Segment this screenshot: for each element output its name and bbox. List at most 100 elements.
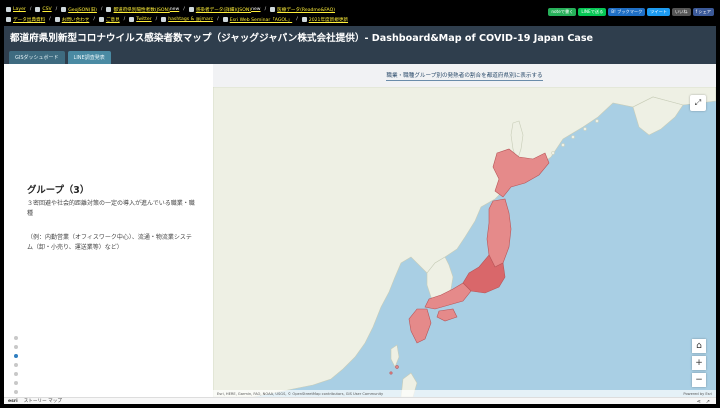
section-dot-2[interactable]: [14, 354, 18, 358]
section-dot-1[interactable]: [14, 345, 18, 349]
link-separator: /: [100, 7, 103, 12]
link-label: 2021年度新規更新: [308, 17, 349, 23]
top-row2-link-1[interactable]: お問い合わせ: [54, 17, 90, 23]
link-label: GeoJSON(旧): [68, 7, 97, 13]
link-label: データ出典資料: [13, 17, 46, 23]
link-icon: [129, 17, 135, 22]
top-row2-link-0[interactable]: データ出典資料: [6, 17, 45, 23]
link-separator: /: [155, 17, 158, 22]
share-button-3[interactable]: ツイート: [647, 8, 671, 16]
top-row2-link-4[interactable]: hashtags & @jmarc: [161, 17, 213, 22]
share-buttons: noteで書く LINEで送る B! ブックマーク ツイート いいね f シェア: [548, 8, 714, 16]
link-label: Layer: [13, 7, 26, 12]
link-icon: [98, 17, 104, 22]
link-separator: /: [93, 17, 95, 22]
link-label: 都道府県別陽性者数(JSON): [113, 7, 170, 13]
link-icon: [6, 17, 11, 22]
link-label: 感染者データ(詳細)(JSON): [195, 7, 252, 13]
link-separator: /: [183, 7, 185, 12]
page-header: 都道府県別新型コロナウイルス感染者数マップ（ジャッグジャパン株式会社提供）- D…: [4, 26, 716, 48]
share-button-2[interactable]: B! ブックマーク: [608, 8, 646, 16]
side-panel: グループ（3） ３密回避や社会的距離対策の一定の導入が進んでいる職業・職種 （例…: [4, 87, 213, 397]
share-icon[interactable]: ⋖: [697, 399, 701, 405]
link-icon: [222, 17, 228, 22]
link-icon: [6, 7, 11, 12]
footer-icons: ⋖ ↗: [697, 398, 710, 405]
powered-by[interactable]: Powered by Esri: [683, 390, 712, 397]
story-map-label: ストーリー マップ: [23, 399, 62, 404]
top-row1-link-4[interactable]: 感染者データ(詳細)(JSON): [188, 7, 261, 13]
link-label: ご意見: [105, 17, 120, 23]
map-attribution: Esri, HERE, Garmin, FAO, NOAA, USGS, © O…: [213, 390, 716, 397]
group-title: グループ（3）: [27, 185, 90, 196]
map-subtitle-bar: 職業・職種グループ別の発熱者の割合を都道府県別に表示する: [213, 64, 716, 87]
top-row1-link-2[interactable]: GeoJSON(旧): [61, 7, 97, 13]
page-title: 都道府県別新型コロナウイルス感染者数マップ（ジャッグジャパン株式会社提供）- D…: [10, 33, 594, 44]
top-row1-link-5[interactable]: 医療データ(Readme&FAQ): [270, 7, 335, 13]
link-row-1: Layer/CSV/GeoJSON(旧)/都道府県別陽性者数(JSON)/感染者…: [6, 5, 339, 14]
home-icon: ⌂: [696, 341, 702, 351]
top-row2-link-3[interactable]: Twitter: [129, 17, 152, 22]
basemap: [213, 87, 716, 397]
share-button-1[interactable]: LINEで送る: [578, 8, 607, 16]
tab-0[interactable]: GISダッシュボード: [9, 51, 65, 64]
link-label: hashtags & @jmarc: [168, 17, 214, 22]
expand-icon: ⤢: [694, 98, 702, 107]
top-row2-link-6[interactable]: 2021年度新規更新: [301, 17, 349, 23]
link-icon: [301, 17, 307, 22]
share-button-4[interactable]: いいね: [672, 8, 691, 16]
link-separator: /: [49, 17, 51, 22]
story-footer: esri ストーリー マップ ⋖ ↗: [4, 397, 716, 404]
link-icon: [54, 17, 60, 22]
zoom-in-button[interactable]: +: [692, 356, 706, 370]
tab-bar: GISダッシュボード LINE調査発表: [4, 48, 716, 64]
section-dot-6[interactable]: [14, 390, 18, 394]
top-row2-link-2[interactable]: ご意見: [98, 17, 120, 23]
link-icon: [188, 7, 194, 12]
link-separator: /: [296, 17, 298, 22]
top-row1-link-1[interactable]: CSV: [35, 7, 52, 12]
home-button[interactable]: ⌂: [692, 339, 706, 353]
link-icon: [35, 7, 41, 12]
link-separator: /: [29, 7, 32, 12]
taiwan: [390, 344, 400, 368]
esri-logo[interactable]: esri: [8, 399, 18, 404]
link-label: お問い合わせ: [61, 17, 90, 23]
story-content: 職業・職種グループ別の発熱者の割合を都道府県別に表示する グループ（3） ３密回…: [4, 64, 716, 397]
zoom-controls: ⌂ + −: [692, 339, 706, 387]
share-button-5[interactable]: f シェア: [692, 8, 714, 16]
group-example: （例：内勤営業（オフィスワーク中心）、流通・物流業システム（卸・小売り、運送業等…: [27, 234, 192, 251]
link-label: Twitter: [136, 17, 152, 22]
top-row1-link-3[interactable]: 都道府県別陽性者数(JSON): [106, 7, 179, 13]
link-icon: [270, 7, 276, 12]
section-dot-0[interactable]: [14, 336, 18, 340]
section-navigator: [14, 336, 18, 394]
link-icon: [161, 17, 167, 22]
group-description: ３密回避や社会的距離対策の一定の導入が進んでいる職業・職種: [27, 200, 195, 217]
link-row-2: データ出典資料 / お問い合わせ / ご意見 / Twitter / hashtags & @j…: [6, 15, 352, 24]
link-icon: [61, 7, 67, 12]
link-separator: /: [55, 7, 58, 12]
link-label: 医療データ(Readme&FAQ): [277, 7, 336, 13]
map-view[interactable]: ⤢ ⌂ + − Esri, HERE, Garmin, FAO, NOAA, U…: [213, 87, 716, 397]
top-row1-link-0[interactable]: Layer: [6, 7, 26, 12]
asia-mainland: [213, 87, 716, 397]
browser-frame: Layer/CSV/GeoJSON(旧)/都道府県別陽性者数(JSON)/感染者…: [4, 4, 716, 404]
section-dot-4[interactable]: [14, 372, 18, 376]
link-separator: /: [264, 7, 267, 12]
map-subtitle: 職業・職種グループ別の発熱者の割合を都道府県別に表示する: [386, 72, 543, 81]
tab-1[interactable]: LINE調査発表: [67, 51, 111, 64]
link-bar: Layer/CSV/GeoJSON(旧)/都道府県別陽性者数(JSON)/感染者…: [4, 4, 716, 26]
link-label: CSV: [42, 7, 52, 12]
external-link-icon[interactable]: ↗: [706, 399, 710, 405]
link-separator: /: [123, 17, 126, 22]
link-separator: /: [217, 17, 219, 22]
section-dot-5[interactable]: [14, 381, 18, 385]
section-dot-3[interactable]: [14, 363, 18, 367]
link-icon: [106, 7, 112, 12]
fullscreen-button[interactable]: ⤢: [690, 95, 706, 111]
top-row2-link-5[interactable]: Esri Web Seminar「AGOL」: [222, 17, 293, 23]
share-button-0[interactable]: noteで書く: [548, 8, 577, 16]
zoom-out-button[interactable]: −: [692, 373, 706, 387]
link-label: Esri Web Seminar「AGOL」: [229, 17, 293, 23]
